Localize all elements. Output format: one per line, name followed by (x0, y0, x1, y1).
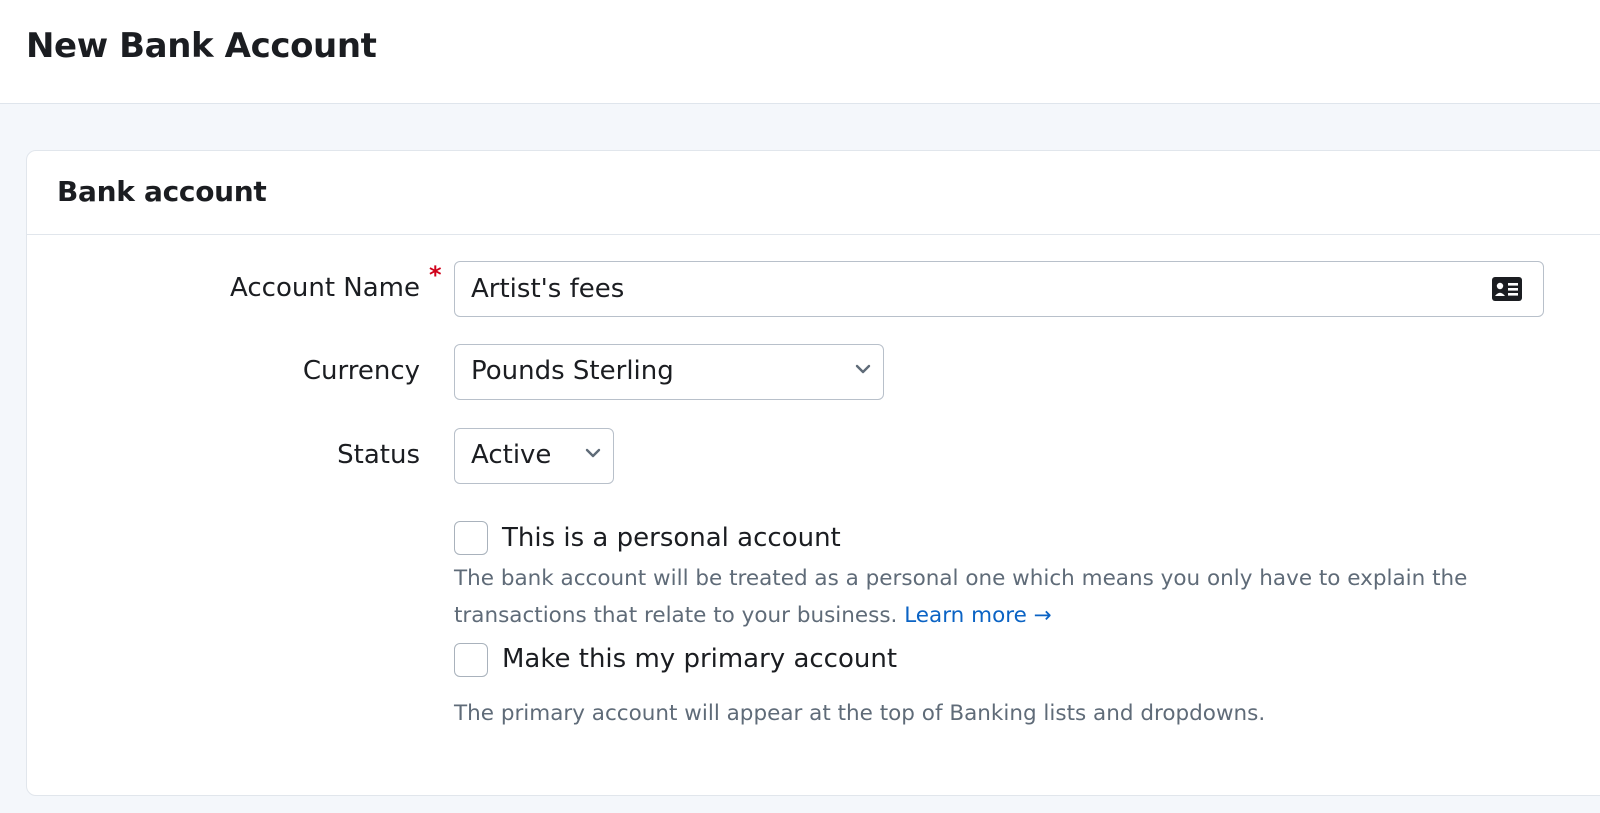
status-select[interactable]: Active (454, 428, 614, 484)
currency-selected-value: Pounds Sterling (471, 356, 674, 386)
account-name-input[interactable] (455, 262, 1543, 316)
personal-account-checkbox[interactable] (454, 521, 488, 555)
card-header: Bank account (27, 151, 1600, 235)
chevron-down-icon (855, 364, 871, 374)
status-selected-value: Active (471, 440, 552, 470)
primary-account-help: The primary account will appear at the t… (454, 701, 1266, 726)
personal-account-label[interactable]: This is a personal account (502, 523, 841, 553)
primary-account-checkbox[interactable] (454, 643, 488, 677)
account-name-field[interactable] (454, 261, 1544, 317)
page-header: New Bank Account (0, 0, 1600, 104)
bank-account-card: Bank account Account Name * Currency Pou… (26, 150, 1600, 796)
chevron-down-icon (585, 448, 601, 458)
primary-account-label[interactable]: Make this my primary account (502, 644, 897, 674)
card-title: Bank account (57, 175, 267, 208)
learn-more-link[interactable]: Learn more → (904, 603, 1051, 628)
personal-help-line2: transactions that relate to your busines… (454, 603, 898, 628)
required-asterisk: * (429, 261, 442, 289)
personal-help-line2-wrap: transactions that relate to your busines… (454, 597, 1467, 634)
contact-card-icon[interactable] (1491, 275, 1523, 303)
currency-select[interactable]: Pounds Sterling (454, 344, 884, 400)
account-name-label: Account Name (230, 273, 420, 303)
page-title: New Bank Account (26, 26, 377, 66)
status-label: Status (337, 440, 420, 470)
personal-help-line1: The bank account will be treated as a pe… (454, 566, 1468, 591)
currency-label: Currency (302, 356, 420, 386)
personal-account-help: The bank account will be treated as a pe… (454, 560, 1467, 634)
